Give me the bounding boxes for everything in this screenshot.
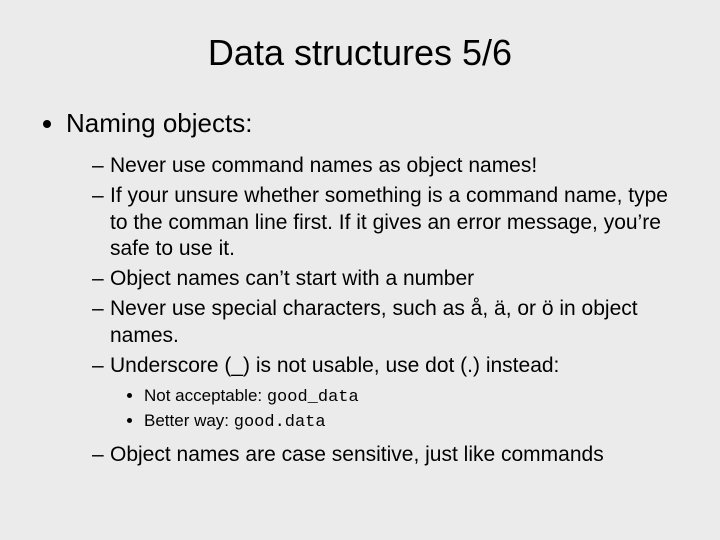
dash-item: Never use special characters, such as å,… bbox=[92, 296, 690, 349]
top-list: Naming objects: Never use command names … bbox=[30, 108, 690, 468]
subdot-label: Better way: bbox=[144, 411, 234, 430]
subdot-item: Better way: good.data bbox=[144, 410, 690, 433]
dash-item: If your unsure whether something is a co… bbox=[92, 183, 690, 262]
dash-item: Object names are case sensitive, just li… bbox=[92, 442, 690, 468]
dash-item: Never use command names as object names! bbox=[92, 153, 690, 179]
subdot-label: Not acceptable: bbox=[144, 386, 267, 405]
top-bullet: Naming objects: Never use command names … bbox=[66, 108, 690, 468]
subdot-list: Not acceptable: good_data Better way: go… bbox=[110, 385, 690, 434]
top-bullet-text: Naming objects: bbox=[66, 108, 252, 138]
subdot-item: Not acceptable: good_data bbox=[144, 385, 690, 408]
dash-item: Underscore (_) is not usable, use dot (.… bbox=[92, 353, 690, 434]
slide: Data structures 5/6 Naming objects: Neve… bbox=[0, 0, 720, 540]
dash-item-text: Underscore (_) is not usable, use dot (.… bbox=[110, 354, 559, 377]
dash-item: Object names can’t start with a number bbox=[92, 266, 690, 292]
code-example: good.data bbox=[234, 413, 326, 432]
code-example: good_data bbox=[267, 388, 359, 407]
slide-title: Data structures 5/6 bbox=[30, 32, 690, 74]
dash-list: Never use command names as object names!… bbox=[66, 153, 690, 468]
